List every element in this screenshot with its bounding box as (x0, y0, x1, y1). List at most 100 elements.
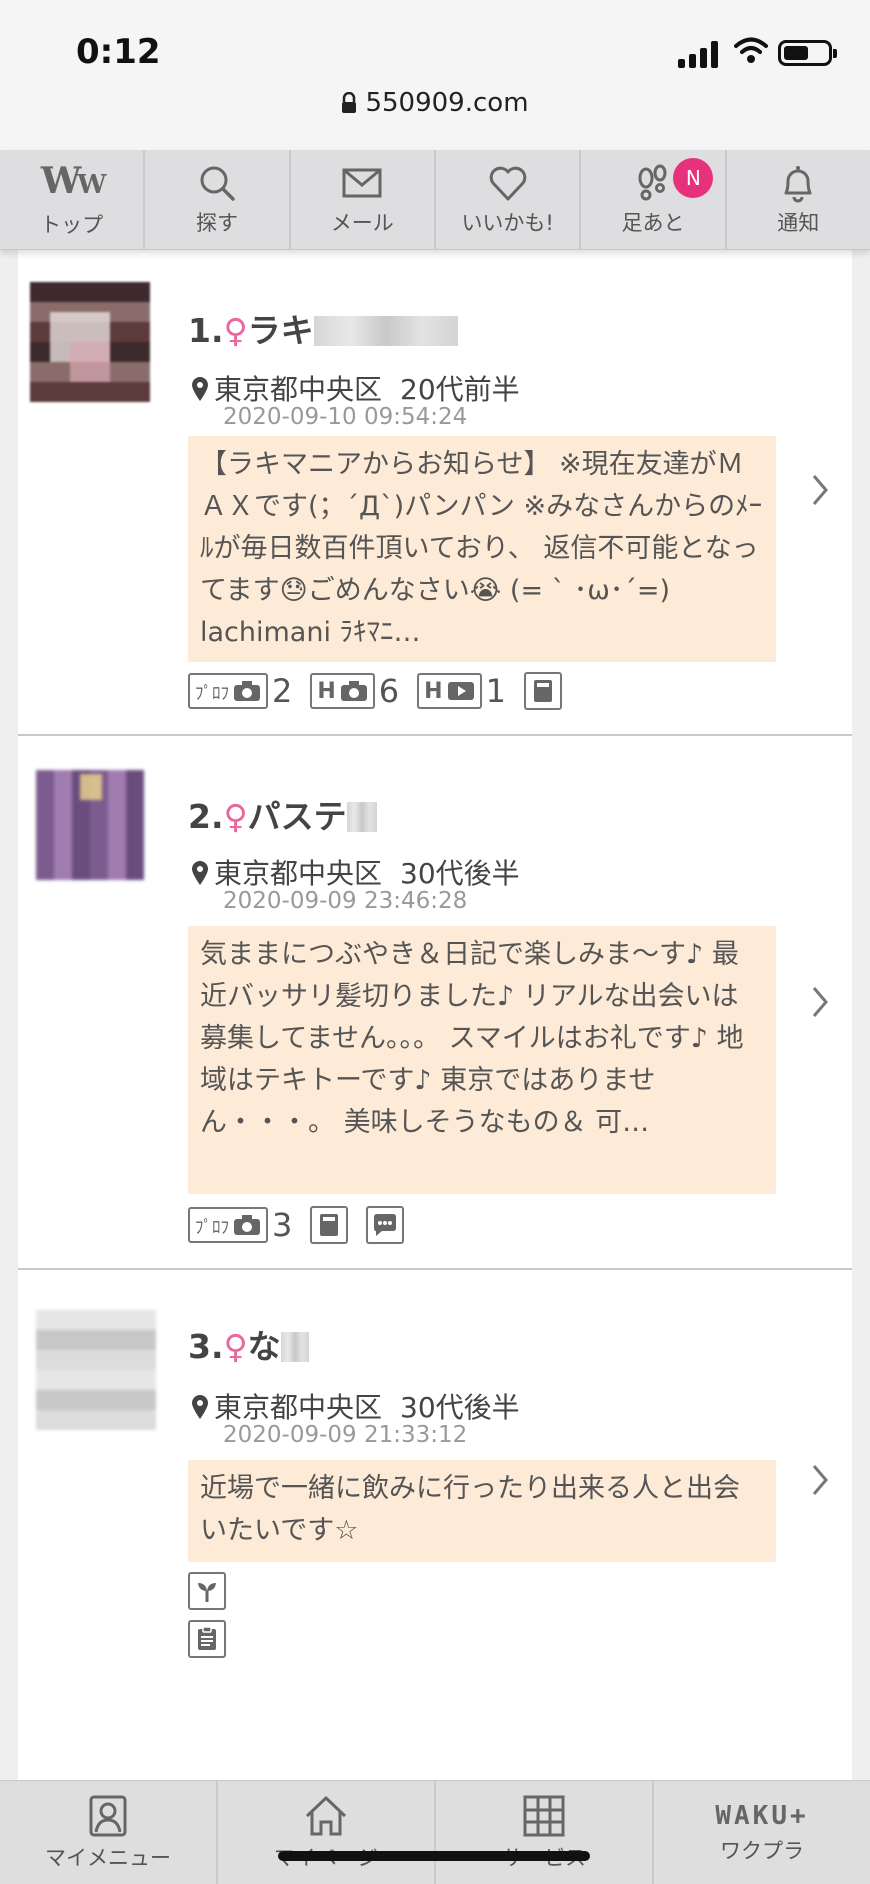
list-item[interactable]: 3.♀な 東京都中央区 30代後半 2020-09-09 21:33:12 近場で… (18, 1270, 852, 1780)
grid-icon (523, 1795, 565, 1836)
list-item[interactable]: 2.♀パステ 東京都中央区 30代後半 2020-09-09 23:46:28 気… (18, 736, 852, 1270)
login-date: 2020-09-10 09:54:24 (223, 404, 468, 430)
name-text: な (247, 1327, 281, 1366)
browser-status-bar: 0:12 550909.com (0, 0, 870, 150)
nav-mail[interactable]: メール (291, 150, 436, 249)
signal-icon (678, 40, 720, 68)
ww-logo-icon: WW (40, 159, 107, 202)
camera-icon (234, 681, 260, 701)
location-text: 東京都中央区 (214, 1391, 383, 1424)
nav-like[interactable]: いいかも! (436, 150, 582, 249)
nav-footprints[interactable]: 足あと N (581, 150, 727, 249)
address-bar[interactable]: 550909.com (0, 88, 870, 118)
location-pin-icon (192, 1395, 208, 1419)
media-tags (188, 1572, 244, 1610)
top-nav: WW トップ 探す メール いいかも! 足あと N 通知 (0, 150, 870, 250)
nav-wakupura-label: ワクプラ (720, 1838, 804, 1863)
list-item[interactable]: 1.♀ラキ 東京都中央区 20代前半 2020-09-10 09:54:24 【ラ… (18, 250, 852, 736)
person-icon (89, 1795, 127, 1836)
nav-notifications[interactable]: 通知 (727, 150, 870, 249)
nav-my-menu-label: マイメニュー (45, 1845, 171, 1870)
media-tags: ﾌﾟﾛﾌ 3 (188, 1206, 422, 1244)
profile-photo-tag[interactable]: ﾌﾟﾛﾌ (188, 673, 268, 709)
h-video-tag[interactable]: H (417, 673, 482, 709)
mail-icon (342, 168, 382, 197)
home-indicator[interactable] (278, 1851, 590, 1861)
location: 東京都中央区 30代後半 (190, 852, 520, 892)
name-text: ラキ (247, 311, 314, 350)
profile-photo-count: 3 (272, 1206, 293, 1244)
location-text: 東京都中央区 (214, 857, 383, 890)
chevron-right-icon[interactable] (810, 1462, 830, 1498)
nav-my-menu[interactable]: マイメニュー (0, 1781, 218, 1884)
user-name[interactable]: 1.♀ラキ (188, 304, 458, 352)
nav-my-page[interactable]: マイページ (218, 1781, 436, 1884)
name-text: パステ (247, 797, 347, 836)
clock: 0:12 (76, 32, 161, 72)
chevron-right-icon[interactable] (810, 472, 830, 508)
footprints-icon (638, 164, 667, 200)
female-icon: ♀ (223, 1327, 248, 1366)
camera-icon (340, 681, 367, 701)
h-photo-tag[interactable]: H (310, 673, 375, 709)
female-icon: ♀ (223, 797, 248, 836)
lock-icon (342, 92, 357, 113)
location: 東京都中央区 30代後半 (190, 1386, 520, 1426)
nav-like-label: いいかも! (461, 210, 554, 235)
bell-icon (784, 165, 812, 202)
profile-tag-label: ﾌﾟﾛﾌ (195, 683, 229, 704)
bottom-nav: マイメニュー マイページ サービス WAKU+ ワクプラ (0, 1780, 870, 1884)
chevron-right-icon[interactable] (810, 984, 830, 1020)
sprout-icon[interactable] (188, 1572, 226, 1610)
media-tags (188, 1620, 244, 1658)
media-tags: ﾌﾟﾛﾌ 2 H 6 H 1 (188, 672, 580, 710)
nav-wakupura[interactable]: WAKU+ ワクプラ (654, 1781, 870, 1884)
message-preview[interactable]: 気ままにつぶやき＆日記で楽しみま〜す♪ 最近バッサリ髪切りました♪ リアルな出会… (188, 926, 776, 1194)
nav-search-label: 探す (195, 210, 238, 235)
profile-photo-tag[interactable]: ﾌﾟﾛﾌ (188, 1207, 268, 1243)
location: 東京都中央区 20代前半 (190, 368, 520, 408)
chat-icon[interactable] (366, 1206, 405, 1244)
diary-icon[interactable] (310, 1206, 349, 1244)
female-icon: ♀ (223, 311, 248, 350)
nav-top-label: トップ (40, 212, 104, 237)
nav-mail-label: メール (330, 210, 394, 235)
location-text: 東京都中央区 (214, 373, 383, 406)
login-date: 2020-09-09 21:33:12 (223, 1422, 468, 1448)
nav-footprints-label: 足あと (621, 210, 685, 235)
message-preview[interactable]: 近場で一緒に飲みに行ったり出来る人と出会いたいです☆ (188, 1460, 776, 1562)
home-icon (305, 1796, 347, 1835)
profile-photo-count: 2 (272, 672, 293, 710)
blurred-name (280, 1332, 309, 1362)
location-pin-icon (192, 861, 208, 885)
nav-notifications-label: 通知 (777, 210, 820, 235)
age-text: 20代前半 (400, 373, 520, 406)
user-name[interactable]: 2.♀パステ (188, 790, 377, 838)
h-photo-count: 6 (378, 672, 400, 710)
nav-top[interactable]: WW トップ (0, 150, 146, 249)
battery-icon (778, 40, 837, 66)
nav-services[interactable]: サービス (436, 1781, 654, 1884)
user-name[interactable]: 3.♀な (188, 1320, 309, 1368)
document-icon[interactable] (188, 1620, 226, 1658)
rank: 1. (188, 311, 224, 350)
avatar[interactable] (30, 282, 150, 402)
user-list: 1.♀ラキ 東京都中央区 20代前半 2020-09-10 09:54:24 【ラ… (18, 250, 852, 1780)
camera-icon (234, 1215, 260, 1235)
nav-search[interactable]: 探す (145, 150, 291, 249)
wifi-icon (734, 37, 768, 63)
age-text: 30代後半 (400, 1391, 520, 1424)
new-badge: N (673, 158, 714, 198)
message-preview[interactable]: 【ラキマニアからお知らせ】 ※現在友達がＭＡＸです(；´Д`)パンパン ※みなさ… (188, 436, 776, 662)
blurred-name (346, 802, 377, 832)
search-icon (200, 166, 235, 201)
h-video-count: 1 (485, 672, 506, 710)
diary-icon[interactable] (523, 672, 562, 710)
video-icon (447, 682, 474, 700)
profile-tag-label: ﾌﾟﾛﾌ (195, 1217, 229, 1238)
avatar[interactable] (36, 1310, 156, 1430)
avatar[interactable] (36, 770, 144, 880)
rank: 2. (188, 797, 224, 836)
url-text: 550909.com (365, 88, 529, 118)
location-pin-icon (192, 377, 208, 401)
